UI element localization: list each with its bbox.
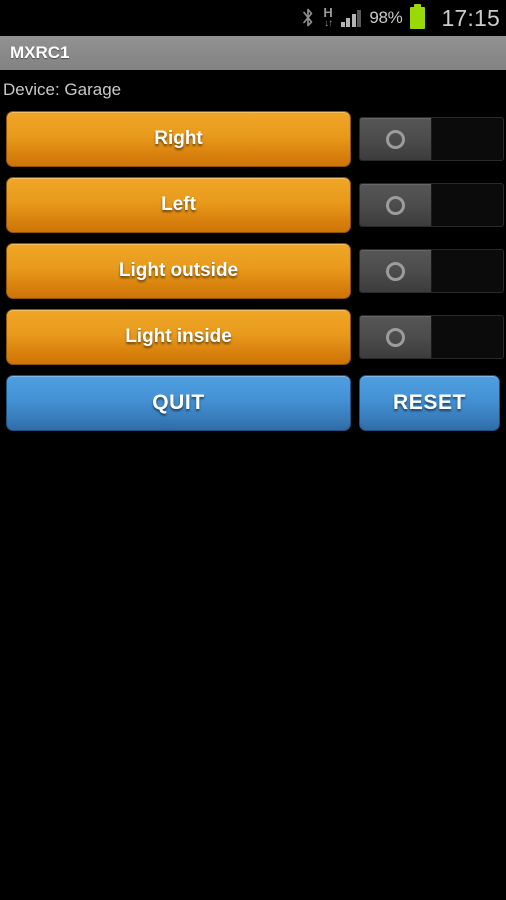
control-row: Light inside [0, 304, 506, 370]
control-row: Right [0, 106, 506, 172]
app-title: MXRC1 [10, 43, 70, 62]
bluetooth-icon [301, 7, 315, 29]
light-outside-toggle[interactable] [359, 249, 504, 293]
control-row: Left [0, 172, 506, 238]
status-bar-clock: 17:15 [441, 4, 500, 31]
circle-outline-icon [386, 261, 405, 281]
control-row: Light outside [0, 238, 506, 304]
light-outside-button[interactable]: Light outside [6, 243, 351, 299]
action-bar: MXRC1 [0, 36, 506, 72]
circle-outline-icon [386, 327, 405, 347]
bottom-action-row: QUIT RESET [0, 370, 506, 436]
toggle-thumb [360, 250, 432, 292]
right-toggle[interactable] [359, 117, 504, 161]
battery-full-icon [410, 4, 426, 29]
device-label: Device: Garage [3, 80, 122, 99]
toggle-thumb [360, 184, 432, 226]
right-button[interactable]: Right [6, 111, 351, 167]
status-bar-icons: H ↓↑ 98% 17:15 [301, 4, 500, 32]
light-inside-button[interactable]: Light inside [6, 309, 351, 365]
control-rows: Right Left Light outside Light inside QU… [0, 100, 506, 436]
toggle-thumb [360, 316, 432, 358]
reset-button[interactable]: RESET [359, 375, 500, 431]
main-content: Device: Garage Right Left Light outside [0, 72, 506, 436]
circle-outline-icon [386, 195, 405, 215]
network-transfer-arrows: ↓↑ [324, 18, 333, 29]
left-button[interactable]: Left [6, 177, 351, 233]
circle-outline-icon [386, 129, 405, 149]
quit-button[interactable]: QUIT [6, 375, 351, 431]
status-bar: H ↓↑ 98% 17:15 [0, 0, 506, 36]
left-toggle[interactable] [359, 183, 504, 227]
battery-percent-label: 98% [369, 8, 403, 27]
signal-bars-icon [340, 9, 362, 27]
network-type-icon: H ↓↑ [323, 6, 333, 29]
toggle-thumb [360, 118, 432, 160]
light-inside-toggle[interactable] [359, 315, 504, 359]
